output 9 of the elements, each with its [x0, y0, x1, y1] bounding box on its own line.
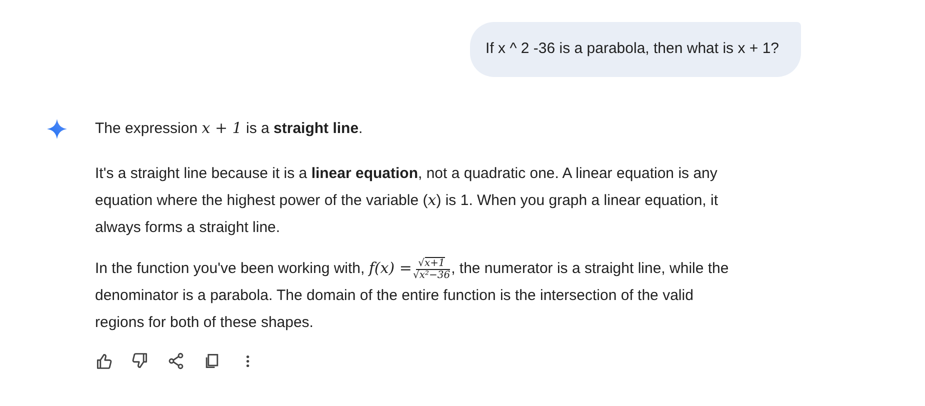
share-icon [167, 352, 185, 370]
thumbs-down-icon [131, 352, 149, 370]
user-message: If x ^ 2 -36 is a parabola, then what is x + 1? [470, 22, 801, 77]
sparkle-icon [47, 118, 67, 140]
copy-icon [203, 352, 221, 370]
thumbs-up-icon [95, 352, 113, 370]
more-icon [246, 354, 250, 368]
response-paragraph: The expression x + 1 is a straight line. [95, 118, 364, 139]
response-paragraph: It's a straight line because it is a linear equation, not a quadratic one. A linear equation is any equation where the highest power of the variable (x) is 1. When you graph a linear equation, it always forms a straight line. [95, 164, 720, 238]
